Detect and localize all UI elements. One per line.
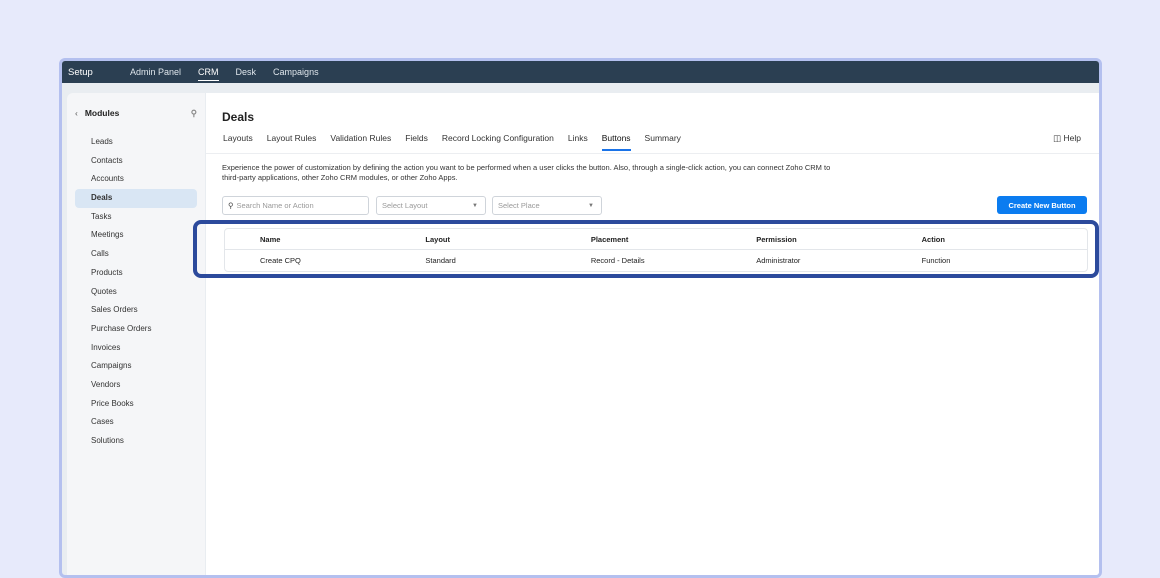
caret-down-icon: ▼: [588, 202, 594, 209]
table-cell: Administrator: [756, 256, 801, 265]
tab-layout-rules[interactable]: Layout Rules: [267, 133, 317, 151]
select-place-label: Select Place: [498, 201, 540, 210]
sidebar-item-vendors[interactable]: Vendors: [75, 376, 197, 395]
search-input[interactable]: ⚲ Search Name or Action: [222, 196, 369, 215]
search-icon[interactable]: ⚲: [191, 108, 197, 119]
tabs: Layouts Layout Rules Validation Rules Field…: [223, 133, 695, 151]
sidebar-item-purchase-orders[interactable]: Purchase Orders: [75, 320, 197, 339]
sidebar-title: Modules: [84, 108, 120, 118]
nav-desk[interactable]: Desk: [236, 67, 257, 77]
column-header[interactable]: Permission: [756, 235, 921, 244]
sidebar-item-quotes[interactable]: Quotes: [75, 283, 197, 302]
sidebar-item-accounts[interactable]: Accounts: [75, 170, 197, 189]
column-header[interactable]: Name: [260, 235, 425, 244]
tab-buttons[interactable]: Buttons: [601, 133, 631, 151]
sidebar-item-price-books[interactable]: Price Books: [75, 395, 197, 414]
description: Experience the power of customization by…: [222, 163, 831, 182]
column-header[interactable]: Layout: [425, 235, 590, 244]
sidebar-item-cases[interactable]: Cases: [75, 413, 197, 432]
main-panel: Deals Layouts Layout Rules Validation Rule…: [193, 93, 1099, 575]
sidebar-item-tasks[interactable]: Tasks: [75, 208, 197, 227]
sidebar-item-deals[interactable]: Deals: [75, 189, 197, 208]
sidebar-item-solutions[interactable]: Solutions: [75, 432, 197, 451]
buttons-table: Name Layout Placement Permission Action Creat…: [224, 228, 1088, 272]
top-bar: Setup Admin Panel CRM Desk Campaigns: [62, 61, 1099, 83]
sidebar-item-sales-orders[interactable]: Sales Orders: [75, 301, 197, 320]
setup-title: Setup: [68, 66, 93, 78]
caret-down-icon: ▼: [472, 202, 478, 209]
sidebar: ‹ Modules ⚲ Leads Contacts Accounts Deals Ta…: [67, 93, 205, 575]
tab-layouts[interactable]: Layouts: [223, 133, 253, 151]
table-cell: Standard: [425, 256, 456, 265]
table-cell: Create CPQ: [260, 256, 301, 265]
column-header[interactable]: Placement: [591, 235, 756, 244]
sidebar-item-contacts[interactable]: Contacts: [75, 152, 197, 171]
table-row[interactable]: Create CPQ Standard Record - Details Admini…: [225, 250, 1087, 271]
page-title: Deals: [222, 110, 255, 124]
tab-fields[interactable]: Fields: [405, 133, 428, 151]
nav-admin-panel[interactable]: Admin Panel: [130, 67, 181, 77]
sidebar-item-campaigns[interactable]: Campaigns: [75, 357, 197, 376]
help-icon: ◫: [1053, 133, 1064, 143]
create-new-button[interactable]: Create New Button: [997, 196, 1087, 214]
search-placeholder: Search Name or Action: [236, 201, 314, 210]
sidebar-item-calls[interactable]: Calls: [75, 245, 197, 264]
help-label: Help: [1063, 133, 1081, 143]
help-link[interactable]: ◫ Help: [1053, 133, 1081, 144]
column-header[interactable]: Action: [922, 235, 1087, 244]
table-header: Name Layout Placement Permission Action: [225, 229, 1087, 250]
nav-crm[interactable]: CRM: [198, 67, 219, 81]
select-layout-label: Select Layout: [382, 201, 428, 210]
back-chevron-icon[interactable]: ‹: [75, 108, 78, 118]
select-layout-dropdown[interactable]: Select Layout ▼: [376, 196, 486, 215]
search-icon: ⚲: [228, 201, 234, 210]
table-cell: Record - Details: [590, 256, 645, 265]
sidebar-item-leads[interactable]: Leads: [75, 133, 197, 152]
sidebar-item-invoices[interactable]: Invoices: [75, 339, 197, 358]
table-cell: Function: [921, 256, 951, 265]
nav-campaigns[interactable]: Campaigns: [273, 67, 319, 77]
app-window: Setup Admin Panel CRM Desk Campaigns ‹ M…: [59, 58, 1102, 578]
sidebar-item-meetings[interactable]: Meetings: [75, 226, 197, 245]
divider: [206, 153, 1099, 154]
tab-links[interactable]: Links: [568, 133, 588, 151]
tab-validation-rules[interactable]: Validation Rules: [330, 133, 391, 151]
tab-record-locking-configuration[interactable]: Record Locking Configuration: [442, 133, 554, 151]
select-place-dropdown[interactable]: Select Place ▼: [492, 196, 602, 215]
sidebar-item-products[interactable]: Products: [75, 264, 197, 283]
tab-summary[interactable]: Summary: [645, 133, 681, 151]
